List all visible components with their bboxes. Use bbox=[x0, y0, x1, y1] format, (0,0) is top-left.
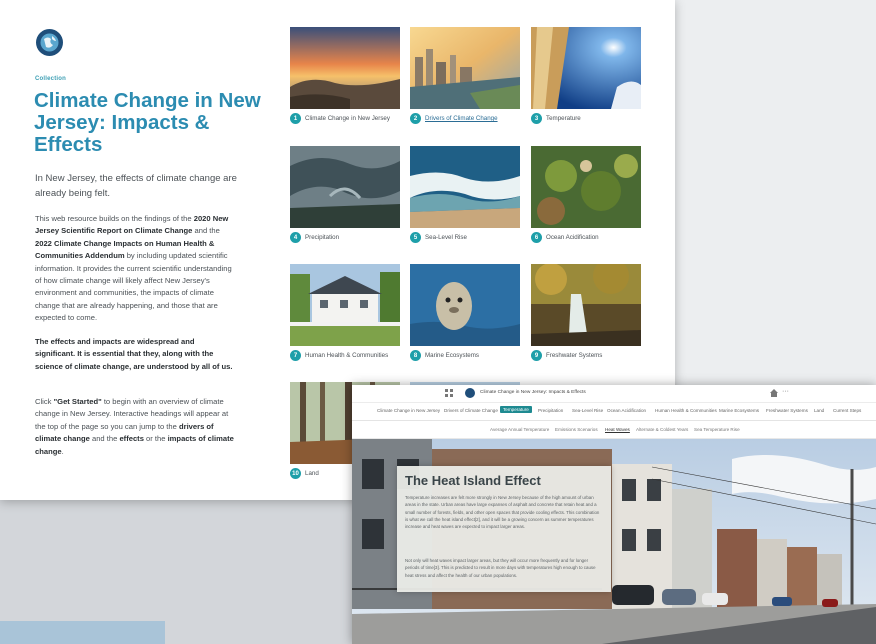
tile-number-badge: 5 bbox=[410, 232, 421, 243]
app-title: Climate Change in New Jersey: Impacts & … bbox=[480, 390, 586, 395]
story-nav: Climate Change in New Jersey Drivers of … bbox=[352, 403, 876, 421]
tile-freshwater[interactable]: 9 Freshwater Systems bbox=[531, 264, 641, 361]
panel-paragraph-1: Temperature increases are felt more stro… bbox=[405, 495, 600, 530]
tile-label: Sea-Level Rise bbox=[425, 234, 467, 241]
tile-label: Land bbox=[305, 470, 319, 477]
lead-text: In New Jersey, the effects of climate ch… bbox=[35, 173, 237, 199]
thermometer-sky-image bbox=[531, 27, 641, 109]
tile-climate-change-nj[interactable]: 1 Climate Change in New Jersey bbox=[290, 27, 400, 124]
nav-item-active[interactable]: Temperature bbox=[500, 406, 532, 413]
tile-temperature[interactable]: 3 Temperature bbox=[531, 27, 641, 124]
nav-item[interactable]: Marine Ecosystems bbox=[719, 408, 759, 413]
globe-logo-icon[interactable] bbox=[36, 29, 63, 56]
tile-human-health[interactable]: 7 Human Health & Communities bbox=[290, 264, 400, 361]
coral-reef-image bbox=[531, 146, 641, 228]
heat-island-panel: The Heat Island Effect Temperature incre… bbox=[397, 466, 611, 592]
tile-label: Human Health & Communities bbox=[305, 352, 389, 359]
subnav-item[interactable]: Sea Temperature Rise bbox=[694, 427, 740, 432]
tile-marine-ecosystems[interactable]: 8 Marine Ecosystems bbox=[410, 264, 520, 361]
tile-number-badge: 3 bbox=[531, 113, 542, 124]
story-subnav: Average Annual Temperature Emissions Sce… bbox=[352, 421, 876, 439]
tile-label: Temperature bbox=[546, 115, 581, 122]
background-blue-block bbox=[0, 621, 165, 644]
tile-label: Precipitation bbox=[305, 234, 340, 241]
globe-logo-icon[interactable] bbox=[465, 388, 475, 398]
nav-item[interactable]: Precipitation bbox=[538, 408, 563, 413]
collection-label: Collection bbox=[35, 76, 67, 82]
story-window: Climate Change in New Jersey: Impacts & … bbox=[352, 385, 876, 644]
nav-item[interactable]: Ocean Acidification bbox=[607, 408, 646, 413]
tile-label: Ocean Acidification bbox=[546, 234, 599, 241]
nav-item[interactable]: Current Steps bbox=[833, 408, 861, 413]
house-family-image bbox=[290, 264, 400, 346]
intro-paragraph: This web resource builds on the findings… bbox=[35, 214, 232, 323]
tile-ocean-acidification[interactable]: 6 Ocean Acidification bbox=[531, 146, 641, 243]
tile-number-badge: 9 bbox=[531, 350, 542, 361]
ocean-waves-image bbox=[410, 146, 520, 228]
nav-item[interactable]: Human Health & Communities bbox=[655, 408, 717, 413]
more-icon[interactable]: ··· bbox=[782, 388, 789, 395]
tile-sea-level-rise[interactable]: 5 Sea-Level Rise bbox=[410, 146, 520, 243]
tile-number-badge: 4 bbox=[290, 232, 301, 243]
tile-precipitation[interactable]: 4 Precipitation bbox=[290, 146, 400, 243]
seal-image bbox=[410, 264, 520, 346]
tile-drivers[interactable]: 2 Drivers of Climate Change bbox=[410, 27, 520, 124]
subnav-item-active[interactable]: Heat Waves bbox=[605, 427, 630, 432]
tile-label-link[interactable]: Drivers of Climate Change bbox=[425, 115, 498, 122]
tile-number-badge: 7 bbox=[290, 350, 301, 361]
instructions-paragraph: Click "Get Started" to begin with an ove… bbox=[35, 397, 234, 456]
tile-number-badge: 8 bbox=[410, 350, 421, 361]
tile-label: Freshwater Systems bbox=[546, 352, 603, 359]
nav-item[interactable]: Freshwater Systems bbox=[766, 408, 808, 413]
emphasis-paragraph: The effects and impacts are widespread a… bbox=[35, 337, 233, 371]
page-title: Climate Change in New Jersey: Impacts & … bbox=[34, 89, 261, 156]
app-grid-icon[interactable] bbox=[445, 389, 453, 397]
tile-number-badge: 1 bbox=[290, 113, 301, 124]
app-header: Climate Change in New Jersey: Impacts & … bbox=[352, 385, 876, 403]
tile-label: Marine Ecosystems bbox=[425, 352, 479, 359]
subnav-item[interactable]: Average Annual Temperature bbox=[490, 427, 549, 432]
tile-number-badge: 6 bbox=[531, 232, 542, 243]
home-icon[interactable] bbox=[770, 389, 778, 397]
nav-item[interactable]: Land bbox=[814, 408, 824, 413]
forest-waterfall-image bbox=[531, 264, 641, 346]
panel-title: The Heat Island Effect bbox=[405, 473, 541, 488]
tile-label: Climate Change in New Jersey bbox=[305, 115, 390, 122]
tile-number-badge: 10 bbox=[290, 468, 301, 479]
sunset-coast-image bbox=[290, 27, 400, 109]
background-page-right bbox=[675, 0, 876, 385]
nav-item[interactable]: Drivers of Climate Change bbox=[444, 408, 498, 413]
nav-item[interactable]: Sea-Level Rise bbox=[572, 408, 603, 413]
city-skyline-image bbox=[410, 27, 520, 109]
tile-number-badge: 2 bbox=[410, 113, 421, 124]
subnav-item[interactable]: Emissions Scenarios bbox=[555, 427, 598, 432]
storm-clouds-image bbox=[290, 146, 400, 228]
panel-paragraph-2: Not only will heat waves impact larger a… bbox=[405, 558, 596, 578]
subnav-item[interactable]: Alternate & Coldest Years bbox=[636, 427, 688, 432]
nav-item[interactable]: Climate Change in New Jersey bbox=[377, 408, 440, 413]
